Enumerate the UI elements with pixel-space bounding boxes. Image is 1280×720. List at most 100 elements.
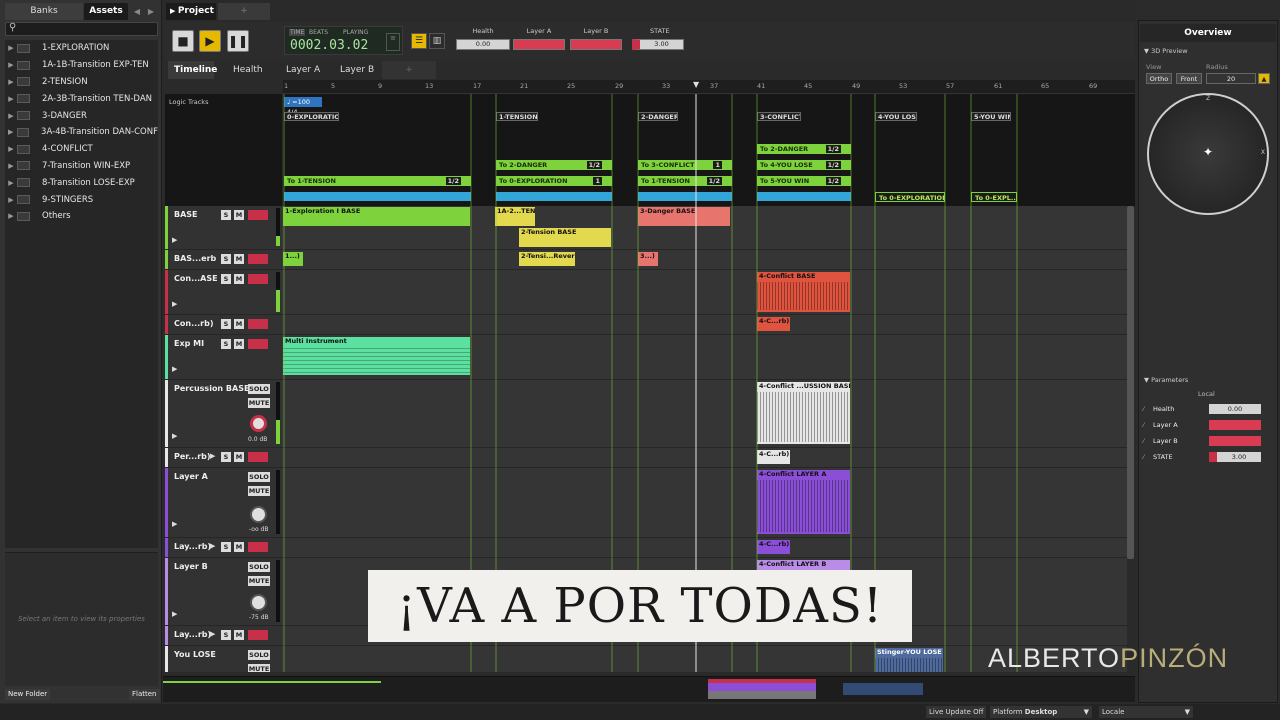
mixer-view-icon[interactable]: ▥ [429, 33, 445, 49]
track-header[interactable]: You LOSE SOLO MUTE [165, 646, 282, 672]
track-lane[interactable]: 1...) 2-Tensi...Reverb) 3...) [283, 250, 1127, 269]
audio-region[interactable]: 3...) [638, 252, 658, 266]
list-item[interactable]: ▶ 4-CONFLICT [5, 141, 158, 158]
param-layer-a-slider[interactable]: -30.0 [1209, 420, 1261, 430]
mute-button[interactable]: M [234, 339, 244, 349]
mute-button[interactable]: M [234, 254, 244, 264]
track-header[interactable]: BASE S M ▶ [165, 206, 282, 249]
live-update-toggle[interactable]: Live Update Off [926, 706, 987, 718]
track-header[interactable]: Layer A SOLO MUTE -oo dB ▶ [165, 468, 282, 537]
solo-button[interactable]: S [221, 542, 231, 552]
play-track-icon[interactable]: ▶ [210, 630, 215, 638]
flatten-button[interactable]: Flatten [129, 689, 160, 700]
tab-assets[interactable]: Assets [84, 3, 128, 20]
play-track-icon[interactable]: ▶ [172, 520, 177, 528]
play-button[interactable]: ▶ [199, 30, 221, 52]
mute-button[interactable]: MUTE [248, 398, 270, 408]
track-header[interactable]: Lay...rb) ▶ S M [165, 538, 282, 557]
destination-marker[interactable]: 1-TENSION [496, 112, 538, 121]
destination-marker[interactable]: 5-YOU WIN [971, 112, 1011, 121]
mute-button[interactable]: M [234, 210, 244, 220]
expand-arrow-icon[interactable]: ▶ [5, 128, 17, 136]
solo-button[interactable]: SOLO [248, 384, 270, 394]
solo-button[interactable]: S [221, 339, 231, 349]
transition-marker[interactable]: To 0-EXPL... [971, 192, 1017, 202]
vertical-scrollbar[interactable] [1127, 206, 1134, 559]
listener-arrow-icon[interactable]: ✦ [1203, 145, 1213, 159]
volume-knob[interactable] [250, 415, 267, 432]
transition-region[interactable]: To 3-CONFLICT 1 [638, 160, 732, 170]
audio-region[interactable]: 4-C...rb) [757, 540, 790, 554]
list-item[interactable]: ▶ 2-TENSION [5, 74, 158, 91]
expand-arrow-icon[interactable]: ▶ [5, 212, 17, 220]
solo-button[interactable]: S [221, 319, 231, 329]
volume-slider[interactable] [248, 452, 268, 462]
parameters-section-header[interactable]: ▼ Parameters [1144, 376, 1188, 384]
list-item[interactable]: ▶ Others [5, 208, 158, 225]
audio-region[interactable]: 2-Tensi...Reverb) [519, 252, 575, 266]
mute-button[interactable]: M [234, 274, 244, 284]
track-lane[interactable]: 4-Conflict BASE [283, 270, 1127, 314]
track-header[interactable]: Con...rb) S M [165, 315, 282, 334]
transition-region[interactable]: To 1-TENSION 1/2 [638, 176, 732, 186]
expand-arrow-icon[interactable]: ▶ [5, 196, 17, 204]
audio-region[interactable]: Stinger-YOU LOSE [875, 648, 943, 672]
list-item[interactable]: ▶ 3A-4B-Transition DAN-CONF [5, 124, 158, 141]
mute-button[interactable]: M [234, 542, 244, 552]
track-lane[interactable]: 1-Exploration I BASE 1A-2...TEN 2-Tensio… [283, 206, 1127, 249]
solo-button[interactable]: S [221, 274, 231, 284]
preview-section-header[interactable]: ▼ 3D Preview [1144, 47, 1188, 55]
platform-select[interactable]: Platform Desktop ▼ [990, 706, 1092, 718]
list-item[interactable]: ▶ 7-Transition WIN-EXP [5, 158, 158, 175]
audio-region[interactable]: 1A-2...TEN [495, 207, 535, 226]
track-lane[interactable]: 4-Conflict LAYER A [283, 468, 1127, 537]
param-layer-b-slider[interactable]: -30.0 [570, 39, 622, 50]
param-state-slider[interactable]: 3.00 [1209, 452, 1261, 462]
add-subtab-button[interactable]: + [382, 61, 436, 79]
list-item[interactable]: ▶ 8-Transition LOSE-EXP [5, 174, 158, 191]
mute-button[interactable]: MUTE [248, 486, 270, 496]
playhead-marker-icon[interactable]: ▼ [693, 80, 699, 89]
audio-region[interactable]: 4-Conflict ...USSION BASE [757, 382, 850, 444]
tab-banks[interactable]: Banks [5, 3, 83, 20]
lock-icon[interactable]: ▲ [1258, 73, 1270, 84]
volume-slider[interactable] [248, 210, 268, 220]
pause-button[interactable]: ❚❚ [227, 30, 249, 52]
audio-region[interactable]: 4-C...rb) [757, 450, 790, 464]
instrument-region[interactable]: Multi Instrument [283, 337, 470, 375]
audio-region[interactable]: 4-Conflict BASE [757, 272, 850, 312]
track-lane[interactable]: 4-C...rb) [283, 448, 1127, 467]
logic-tracks-lane[interactable]: ♩ =100 4/4 0-EXPLORATION 1-TENSION 2-DAN… [283, 94, 1135, 206]
audio-region[interactable]: 2-Tension BASE [519, 228, 611, 247]
play-track-icon[interactable]: ▶ [172, 365, 177, 373]
transition-region[interactable]: To 2-DANGER 1/2 [496, 160, 612, 170]
automation-icon[interactable]: ⁄ [1143, 453, 1153, 461]
add-tab-button[interactable]: + [218, 3, 270, 20]
list-item[interactable]: ▶ 1-EXPLORATION [5, 40, 158, 57]
beats-mode[interactable]: BEATS [309, 29, 328, 36]
audio-region[interactable]: 1-Exploration I BASE [283, 207, 470, 226]
solo-button[interactable]: S [221, 254, 231, 264]
time-mode[interactable]: TIME [289, 29, 306, 36]
list-item[interactable]: ▶ 9-STINGERS [5, 191, 158, 208]
expand-arrow-icon[interactable]: ▶ [5, 78, 17, 86]
solo-button[interactable]: S [221, 630, 231, 640]
search-input[interactable]: ⚲ [5, 22, 158, 36]
track-lane[interactable]: 4-Conflict ...USSION BASE [283, 380, 1127, 447]
list-item[interactable]: ▶ 3-DANGER [5, 107, 158, 124]
list-view-icon[interactable]: ☰ [411, 33, 427, 49]
track-header[interactable]: Percussion BASE SOLO MUTE 0.0 dB ▶ [165, 380, 282, 447]
destination-marker[interactable]: 0-EXPLORATION [284, 112, 339, 121]
tab-layer-b[interactable]: Layer B [334, 61, 380, 79]
automation-icon[interactable]: ⁄ [1143, 405, 1153, 413]
track-header[interactable]: Exp MI S M ▶ [165, 335, 282, 379]
mute-button[interactable]: M [234, 319, 244, 329]
param-layer-a-slider[interactable]: -30.0 [513, 39, 565, 50]
play-track-icon[interactable]: ▶ [210, 452, 215, 460]
volume-slider[interactable] [248, 274, 268, 284]
expand-arrow-icon[interactable]: ▶ [5, 112, 17, 120]
volume-slider[interactable] [248, 339, 268, 349]
automation-icon[interactable]: ⁄ [1143, 437, 1153, 445]
solo-button[interactable]: SOLO [248, 472, 270, 482]
track-header[interactable]: Con...ASE S M ▶ [165, 270, 282, 314]
